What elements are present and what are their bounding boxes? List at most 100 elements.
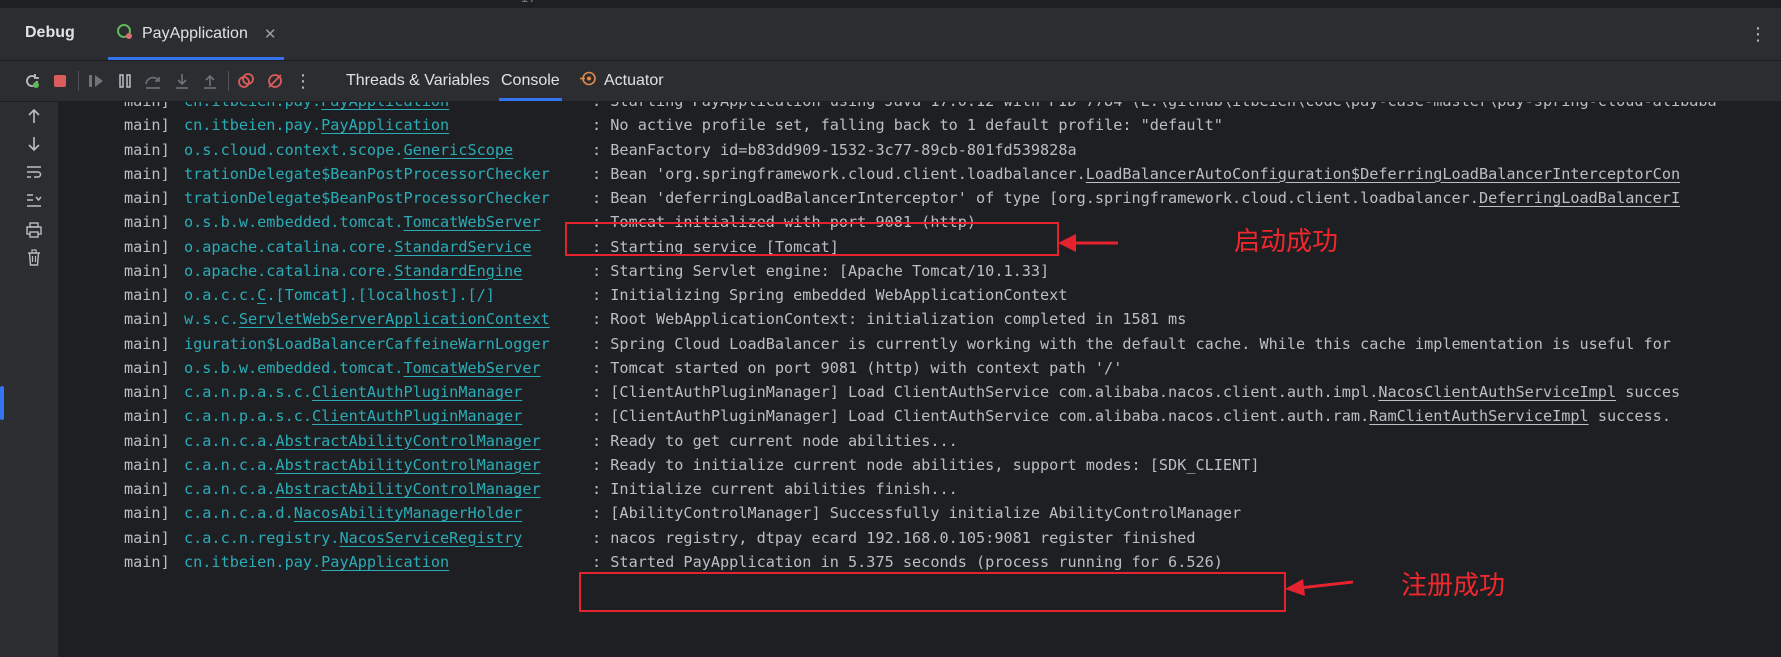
- arrow-left-icon: [1285, 579, 1354, 596]
- logger-class-link[interactable]: C: [257, 286, 266, 304]
- view-breakpoints-icon[interactable]: [236, 71, 256, 91]
- thread-name: main]: [124, 383, 170, 401]
- tab-label: PayApplication: [142, 25, 248, 42]
- tab-actuator[interactable]: Actuator: [580, 61, 664, 101]
- stop-icon[interactable]: [50, 71, 70, 91]
- log-message: : [ClientAuthPluginManager] Load ClientA…: [592, 383, 1681, 401]
- logger-name: trationDelegate$BeanPostProcessorChecker: [184, 164, 550, 183]
- logger-class-link[interactable]: GenericScope: [403, 141, 513, 159]
- highlight-box-startup: [565, 222, 1059, 256]
- tab-label: Actuator: [604, 72, 664, 89]
- log-message: : Started PayApplication in 5.375 second…: [592, 552, 1223, 571]
- logger-name: o.s.b.w.embedded.tomcat.TomcatWebServer: [184, 213, 541, 232]
- log-message: : [AbilityControlManager] Successfully i…: [592, 504, 1242, 523]
- log-message: : No active profile set, falling back to…: [592, 116, 1223, 135]
- thread-name: main]: [124, 140, 170, 159]
- scroll-to-end-icon[interactable]: [22, 188, 46, 212]
- scroll-position-marker: [0, 386, 4, 420]
- close-icon[interactable]: ✕: [264, 25, 277, 43]
- logger-class-link[interactable]: AbstractAbilityControlManager: [275, 432, 540, 450]
- logger-name: c.a.n.p.a.s.c.ClientAuthPluginManager: [184, 407, 523, 426]
- class-link[interactable]: DeferringLoadBalancerI: [1479, 189, 1680, 207]
- rerun-icon[interactable]: [22, 71, 42, 91]
- thread-name: main]: [124, 213, 170, 232]
- console-side-toolbar: [0, 102, 58, 657]
- tab-label: Console: [501, 72, 560, 89]
- class-link[interactable]: LoadBalancerAutoConfiguration$DeferringL…: [1086, 165, 1680, 183]
- logger-class-link[interactable]: NacosServiceRegistry: [339, 529, 522, 547]
- resume-icon[interactable]: [86, 71, 106, 91]
- spring-debug-icon: [116, 23, 134, 46]
- actuator-icon: [580, 70, 597, 92]
- log-message: : Root WebApplicationContext: initializa…: [592, 310, 1187, 329]
- logger-name: o.s.b.w.embedded.tomcat.TomcatWebServer: [184, 358, 541, 377]
- tool-window-title: Debug: [25, 24, 75, 41]
- log-message: : BeanFactory id=b83dd909-1532-3c77-89cb…: [592, 140, 1077, 159]
- arrow-left-icon: [1058, 234, 1118, 252]
- logger-class-link[interactable]: TomcatWebServer: [403, 359, 540, 377]
- logger-name: trationDelegate$BeanPostProcessorChecker: [184, 189, 550, 207]
- class-link[interactable]: NacosClientAuthServiceImpl: [1378, 383, 1616, 401]
- trash-icon[interactable]: [22, 245, 46, 269]
- annotation-startup-success: 启动成功: [1234, 227, 1339, 257]
- thread-name: main]: [124, 358, 170, 377]
- log-message: : [ClientAuthPluginManager] Load ClientA…: [592, 407, 1671, 426]
- log-message: : Starting PayApplication using Java 17.…: [592, 102, 1717, 113]
- print-icon[interactable]: [22, 218, 46, 242]
- logger-name: o.s.cloud.context.scope.GenericScope: [184, 140, 514, 159]
- logger-class-link[interactable]: ServletWebServerApplicationContext: [239, 310, 550, 328]
- logger-class-link[interactable]: NacosAbilityManagerHolder: [294, 504, 523, 522]
- logger-name: c.a.n.c.a.AbstractAbilityControlManager: [184, 455, 541, 474]
- step-into-icon[interactable]: [172, 71, 192, 91]
- thread-name: main]: [124, 528, 170, 547]
- logger-class-link[interactable]: TomcatWebServer: [403, 213, 540, 231]
- logger-class-link[interactable]: PayApplication: [321, 116, 449, 134]
- thread-name: main]: [124, 102, 170, 113]
- thread-name: main]: [124, 552, 170, 571]
- pause-icon[interactable]: [115, 71, 135, 91]
- more-actions-icon[interactable]: ⋮: [293, 71, 313, 91]
- logger-class-link[interactable]: AbstractAbilityControlManager: [275, 456, 540, 474]
- log-message: : Tomcat started on port 9081 (http) wit…: [592, 358, 1123, 377]
- arrow-down-icon[interactable]: [22, 132, 46, 156]
- tab-console[interactable]: Console: [499, 61, 562, 101]
- thread-name: main]: [124, 455, 170, 474]
- log-message: : Starting Servlet engine: [Apache Tomca…: [592, 261, 1050, 280]
- thread-name: main]: [124, 334, 170, 353]
- logger-class-link[interactable]: StandardService: [394, 238, 531, 256]
- step-over-icon[interactable]: [143, 71, 163, 91]
- arrow-up-icon[interactable]: [22, 104, 46, 128]
- thread-name: main]: [124, 261, 170, 280]
- log-message: : Initialize current abilities finish...: [592, 480, 958, 498]
- thread-name: main]: [124, 237, 170, 256]
- logger-class-link[interactable]: PayApplication: [321, 553, 449, 571]
- logger-class-link[interactable]: PayApplication: [321, 102, 449, 110]
- log-message: : Spring Cloud LoadBalancer is currently…: [592, 334, 1671, 353]
- thread-name: main]: [124, 431, 170, 450]
- mute-breakpoints-icon[interactable]: [265, 71, 285, 91]
- log-message: : Bean 'deferringLoadBalancerInterceptor…: [592, 189, 1681, 207]
- log-message: : nacos registry, dtpay ecard 192.168.0.…: [592, 528, 1196, 547]
- logger-name: c.a.n.p.a.s.c.ClientAuthPluginManager: [184, 383, 523, 401]
- log-message: : Ready to initialize current node abili…: [592, 455, 1260, 474]
- tab-pay-application[interactable]: PayApplication ✕: [108, 8, 285, 60]
- logger-class-link[interactable]: ClientAuthPluginManager: [312, 407, 522, 425]
- soft-wrap-icon[interactable]: [22, 160, 46, 184]
- tab-label: Threads & Variables: [346, 72, 490, 89]
- logger-name: o.apache.catalina.core.StandardEngine: [184, 261, 523, 280]
- more-options-icon[interactable]: ⋮: [1749, 24, 1767, 45]
- logger-class-link[interactable]: ClientAuthPluginManager: [312, 383, 522, 401]
- tab-threads-variables[interactable]: Threads & Variables: [346, 61, 490, 101]
- logger-name: cn.itbeien.pay.PayApplication: [184, 116, 450, 135]
- thread-name: main]: [124, 286, 170, 304]
- thread-name: main]: [124, 116, 170, 135]
- step-out-icon[interactable]: [200, 71, 220, 91]
- class-link[interactable]: RamClientAuthServiceImpl: [1369, 407, 1588, 425]
- log-message: : Initializing Spring embedded WebApplic…: [592, 286, 1068, 304]
- annotation-register-success: 注册成功: [1401, 571, 1506, 601]
- logger-name: w.s.c.ServletWebServerApplicationContext: [184, 310, 550, 329]
- logger-class-link[interactable]: StandardEngine: [394, 262, 522, 280]
- logger-class-link[interactable]: AbstractAbilityControlManager: [275, 480, 540, 498]
- editor-edge: 17 · · · · · · · · · ·: [0, 0, 1781, 8]
- logger-name: cn.itbeien.pay.PayApplication: [184, 102, 449, 113]
